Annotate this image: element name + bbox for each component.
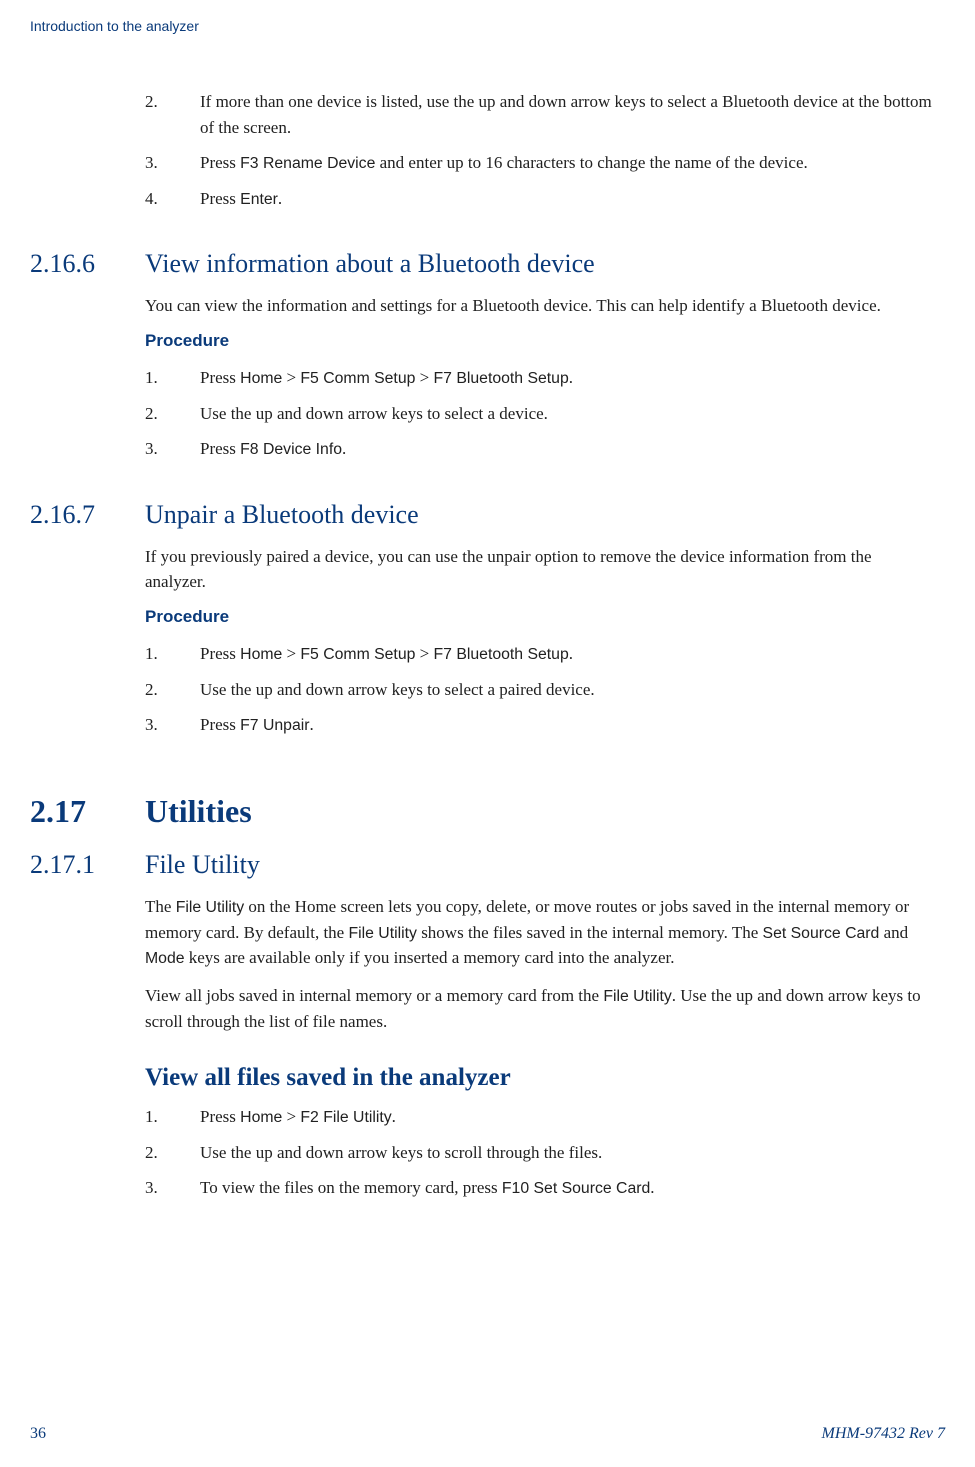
step-text: Press Home > F5 Comm Setup > F7 Bluetoot…	[200, 365, 935, 391]
step-item: 2.Use the up and down arrow keys to sele…	[145, 401, 935, 427]
section-title: View information about a Bluetooth devic…	[145, 249, 595, 279]
step-number: 3.	[145, 150, 200, 176]
step-text: Press Home > F5 Comm Setup > F7 Bluetoot…	[200, 641, 935, 667]
section-intro: If you previously paired a device, you c…	[145, 544, 935, 595]
step-number: 1.	[145, 365, 200, 391]
step-text: Press F3 Rename Device and enter up to 1…	[200, 150, 935, 176]
rename-device-steps: 2.If more than one device is listed, use…	[145, 89, 935, 211]
section-number: 2.17.1	[30, 850, 145, 880]
file-utility-para-1: The File Utility on the Home screen lets…	[145, 894, 935, 971]
section-number: 2.17	[30, 793, 145, 830]
step-item: 1.Press Home > F5 Comm Setup > F7 Blueto…	[145, 641, 935, 667]
page-footer: 36 MHM-97432 Rev 7	[30, 1425, 945, 1443]
step-number: 1.	[145, 641, 200, 667]
page-number: 36	[30, 1425, 46, 1443]
step-item: 1.Press Home > F2 File Utility.	[145, 1104, 935, 1130]
step-item: 2.Use the up and down arrow keys to sele…	[145, 677, 935, 703]
step-number: 2.	[145, 677, 200, 703]
section-intro: You can view the information and setting…	[145, 293, 935, 319]
section-number: 2.16.6	[30, 249, 145, 279]
step-number: 2.	[145, 1140, 200, 1166]
step-text: If more than one device is listed, use t…	[200, 89, 935, 140]
step-text: Use the up and down arrow keys to select…	[200, 401, 935, 427]
section-title: Unpair a Bluetooth device	[145, 500, 419, 530]
step-item: 2.If more than one device is listed, use…	[145, 89, 935, 140]
step-text: To view the files on the memory card, pr…	[200, 1175, 935, 1201]
step-item: 1.Press Home > F5 Comm Setup > F7 Blueto…	[145, 365, 935, 391]
step-text: Use the up and down arrow keys to select…	[200, 677, 935, 703]
step-number: 2.	[145, 401, 200, 427]
step-text: Use the up and down arrow keys to scroll…	[200, 1140, 935, 1166]
main-content: 2.If more than one device is listed, use…	[145, 89, 935, 1201]
step-text: Press Home > F2 File Utility.	[200, 1104, 935, 1130]
procedure-label: Procedure	[145, 331, 935, 351]
section-2-17-1-header: 2.17.1 File Utility	[30, 850, 935, 880]
step-item: 3.To view the files on the memory card, …	[145, 1175, 935, 1201]
step-item: 3.Press F3 Rename Device and enter up to…	[145, 150, 935, 176]
procedure-steps: 1.Press Home > F5 Comm Setup > F7 Blueto…	[145, 641, 935, 738]
section-2-16-7-header: 2.16.7 Unpair a Bluetooth device	[30, 500, 935, 530]
step-item: 2.Use the up and down arrow keys to scro…	[145, 1140, 935, 1166]
step-item: 3.Press F7 Unpair.	[145, 712, 935, 738]
step-number: 2.	[145, 89, 200, 140]
step-number: 3.	[145, 1175, 200, 1201]
doc-revision: MHM-97432 Rev 7	[821, 1425, 945, 1443]
procedure-label: Procedure	[145, 607, 935, 627]
step-number: 3.	[145, 712, 200, 738]
step-item: 4.Press Enter.	[145, 186, 935, 212]
step-text: Press F8 Device Info.	[200, 436, 935, 462]
view-all-files-heading: View all files saved in the analyzer	[145, 1064, 935, 1092]
section-title: File Utility	[145, 850, 260, 880]
step-text: Press F7 Unpair.	[200, 712, 935, 738]
section-number: 2.16.7	[30, 500, 145, 530]
section-title: Utilities	[145, 793, 252, 830]
procedure-steps: 1.Press Home > F5 Comm Setup > F7 Blueto…	[145, 365, 935, 462]
step-number: 4.	[145, 186, 200, 212]
section-2-16-6-header: 2.16.6 View information about a Bluetoot…	[30, 249, 935, 279]
file-utility-para-2: View all jobs saved in internal memory o…	[145, 983, 935, 1034]
procedure-steps: 1.Press Home > F2 File Utility.2.Use the…	[145, 1104, 935, 1201]
step-text: Press Enter.	[200, 186, 935, 212]
step-item: 3.Press F8 Device Info.	[145, 436, 935, 462]
page-header: Introduction to the analyzer	[30, 18, 945, 34]
step-number: 3.	[145, 436, 200, 462]
step-number: 1.	[145, 1104, 200, 1130]
section-2-17-header: 2.17 Utilities	[30, 793, 935, 830]
